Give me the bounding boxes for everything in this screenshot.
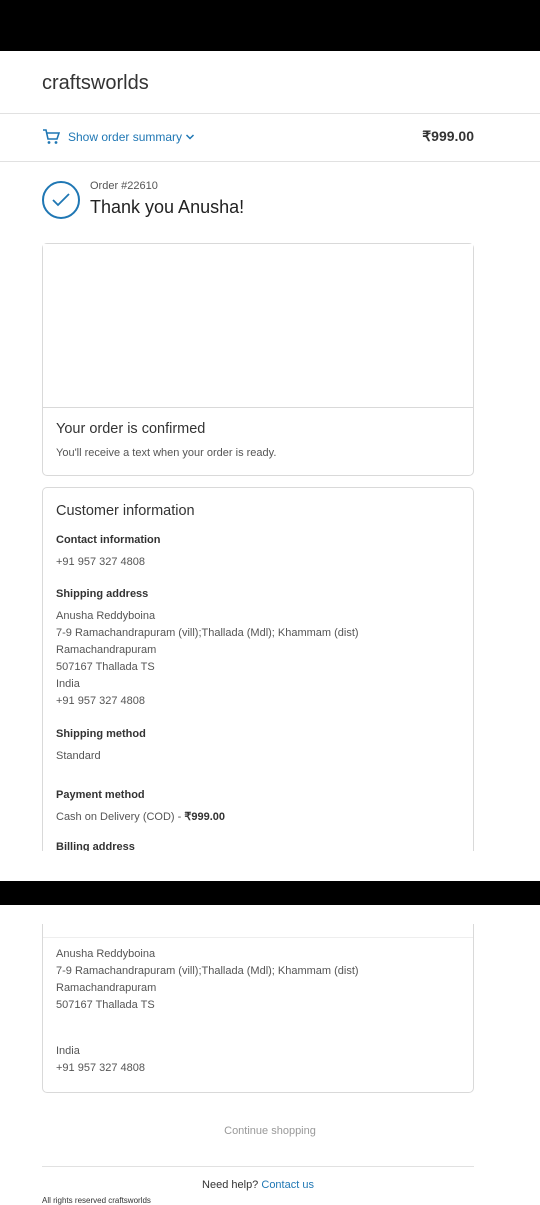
address-line: Anusha Reddyboina	[56, 610, 156, 622]
address-line: Ramachandrapuram	[56, 982, 157, 994]
shipping-method-label: Shipping method	[56, 728, 146, 740]
continue-shopping-button[interactable]: Continue shopping	[0, 1125, 540, 1137]
order-number: Order #22610	[90, 180, 158, 192]
address-line: Anusha Reddyboina	[56, 948, 156, 960]
address-line: India	[56, 1045, 80, 1057]
address-line: Ramachandrapuram	[56, 644, 157, 656]
checkmark-circle-icon	[42, 181, 80, 219]
order-summary-toggle[interactable]: Show order summary	[42, 128, 195, 146]
billing-address-label: Billing address	[56, 841, 135, 851]
address-line: 507167 Thallada TS	[56, 661, 155, 673]
payment-method-text: Cash on Delivery (COD) -	[56, 811, 185, 823]
billing-address: Anusha Reddyboina 7-9 Ramachandrapuram (…	[56, 946, 359, 1077]
chevron-down-icon	[186, 134, 195, 140]
address-line: +91 957 327 4808	[56, 1062, 146, 1074]
payment-method-value: Cash on Delivery (COD) - ₹999.00	[56, 809, 225, 826]
divider	[0, 161, 540, 162]
confirmation-title: Your order is confirmed	[56, 421, 206, 437]
fold-mask	[0, 851, 540, 881]
confirmation-note: You'll receive a text when your order is…	[56, 447, 277, 459]
divider	[43, 937, 473, 938]
shipping-address: Anusha Reddyboina 7-9 Ramachandrapuram (…	[56, 608, 359, 710]
cart-icon	[43, 129, 60, 144]
payment-amount: ₹999.00	[184, 811, 226, 823]
customer-information-card: Customer information Contact information…	[42, 487, 474, 887]
billing-address-card: Anusha Reddyboina 7-9 Ramachandrapuram (…	[42, 924, 474, 1093]
copyright: All rights reserved craftsworlds	[42, 1196, 151, 1205]
order-confirmed-card: Your order is confirmed You'll receive a…	[42, 243, 474, 476]
thank-you-heading: Thank you Anusha!	[90, 197, 245, 217]
address-line: India	[56, 678, 80, 690]
shipping-address-label: Shipping address	[56, 588, 149, 600]
screenshot-separator	[0, 881, 540, 905]
address-line: 7-9 Ramachandrapuram (vill);Thallada (Md…	[56, 965, 359, 977]
need-help: Need help? Contact us	[0, 1179, 516, 1191]
divider	[42, 1166, 474, 1167]
divider	[0, 113, 540, 114]
contact-info-value: +91 957 327 4808	[56, 556, 146, 568]
address-line: 7-9 Ramachandrapuram (vill);Thallada (Md…	[56, 627, 359, 639]
store-name[interactable]: craftsworlds	[42, 72, 149, 95]
address-line: 507167 Thallada TS	[56, 999, 155, 1011]
need-help-text: Need help?	[202, 1179, 259, 1191]
customer-info-title: Customer information	[56, 503, 195, 519]
order-total: ₹999.00	[422, 128, 474, 144]
status-bar	[0, 0, 540, 51]
address-line: +91 957 327 4808	[56, 695, 146, 707]
order-summary-label: Show order summary	[68, 130, 183, 144]
payment-method-label: Payment method	[56, 789, 145, 801]
map-area	[43, 244, 473, 408]
contact-us-link[interactable]: Contact us	[261, 1179, 314, 1191]
contact-info-label: Contact information	[56, 534, 161, 546]
shipping-method-value: Standard	[56, 750, 101, 762]
